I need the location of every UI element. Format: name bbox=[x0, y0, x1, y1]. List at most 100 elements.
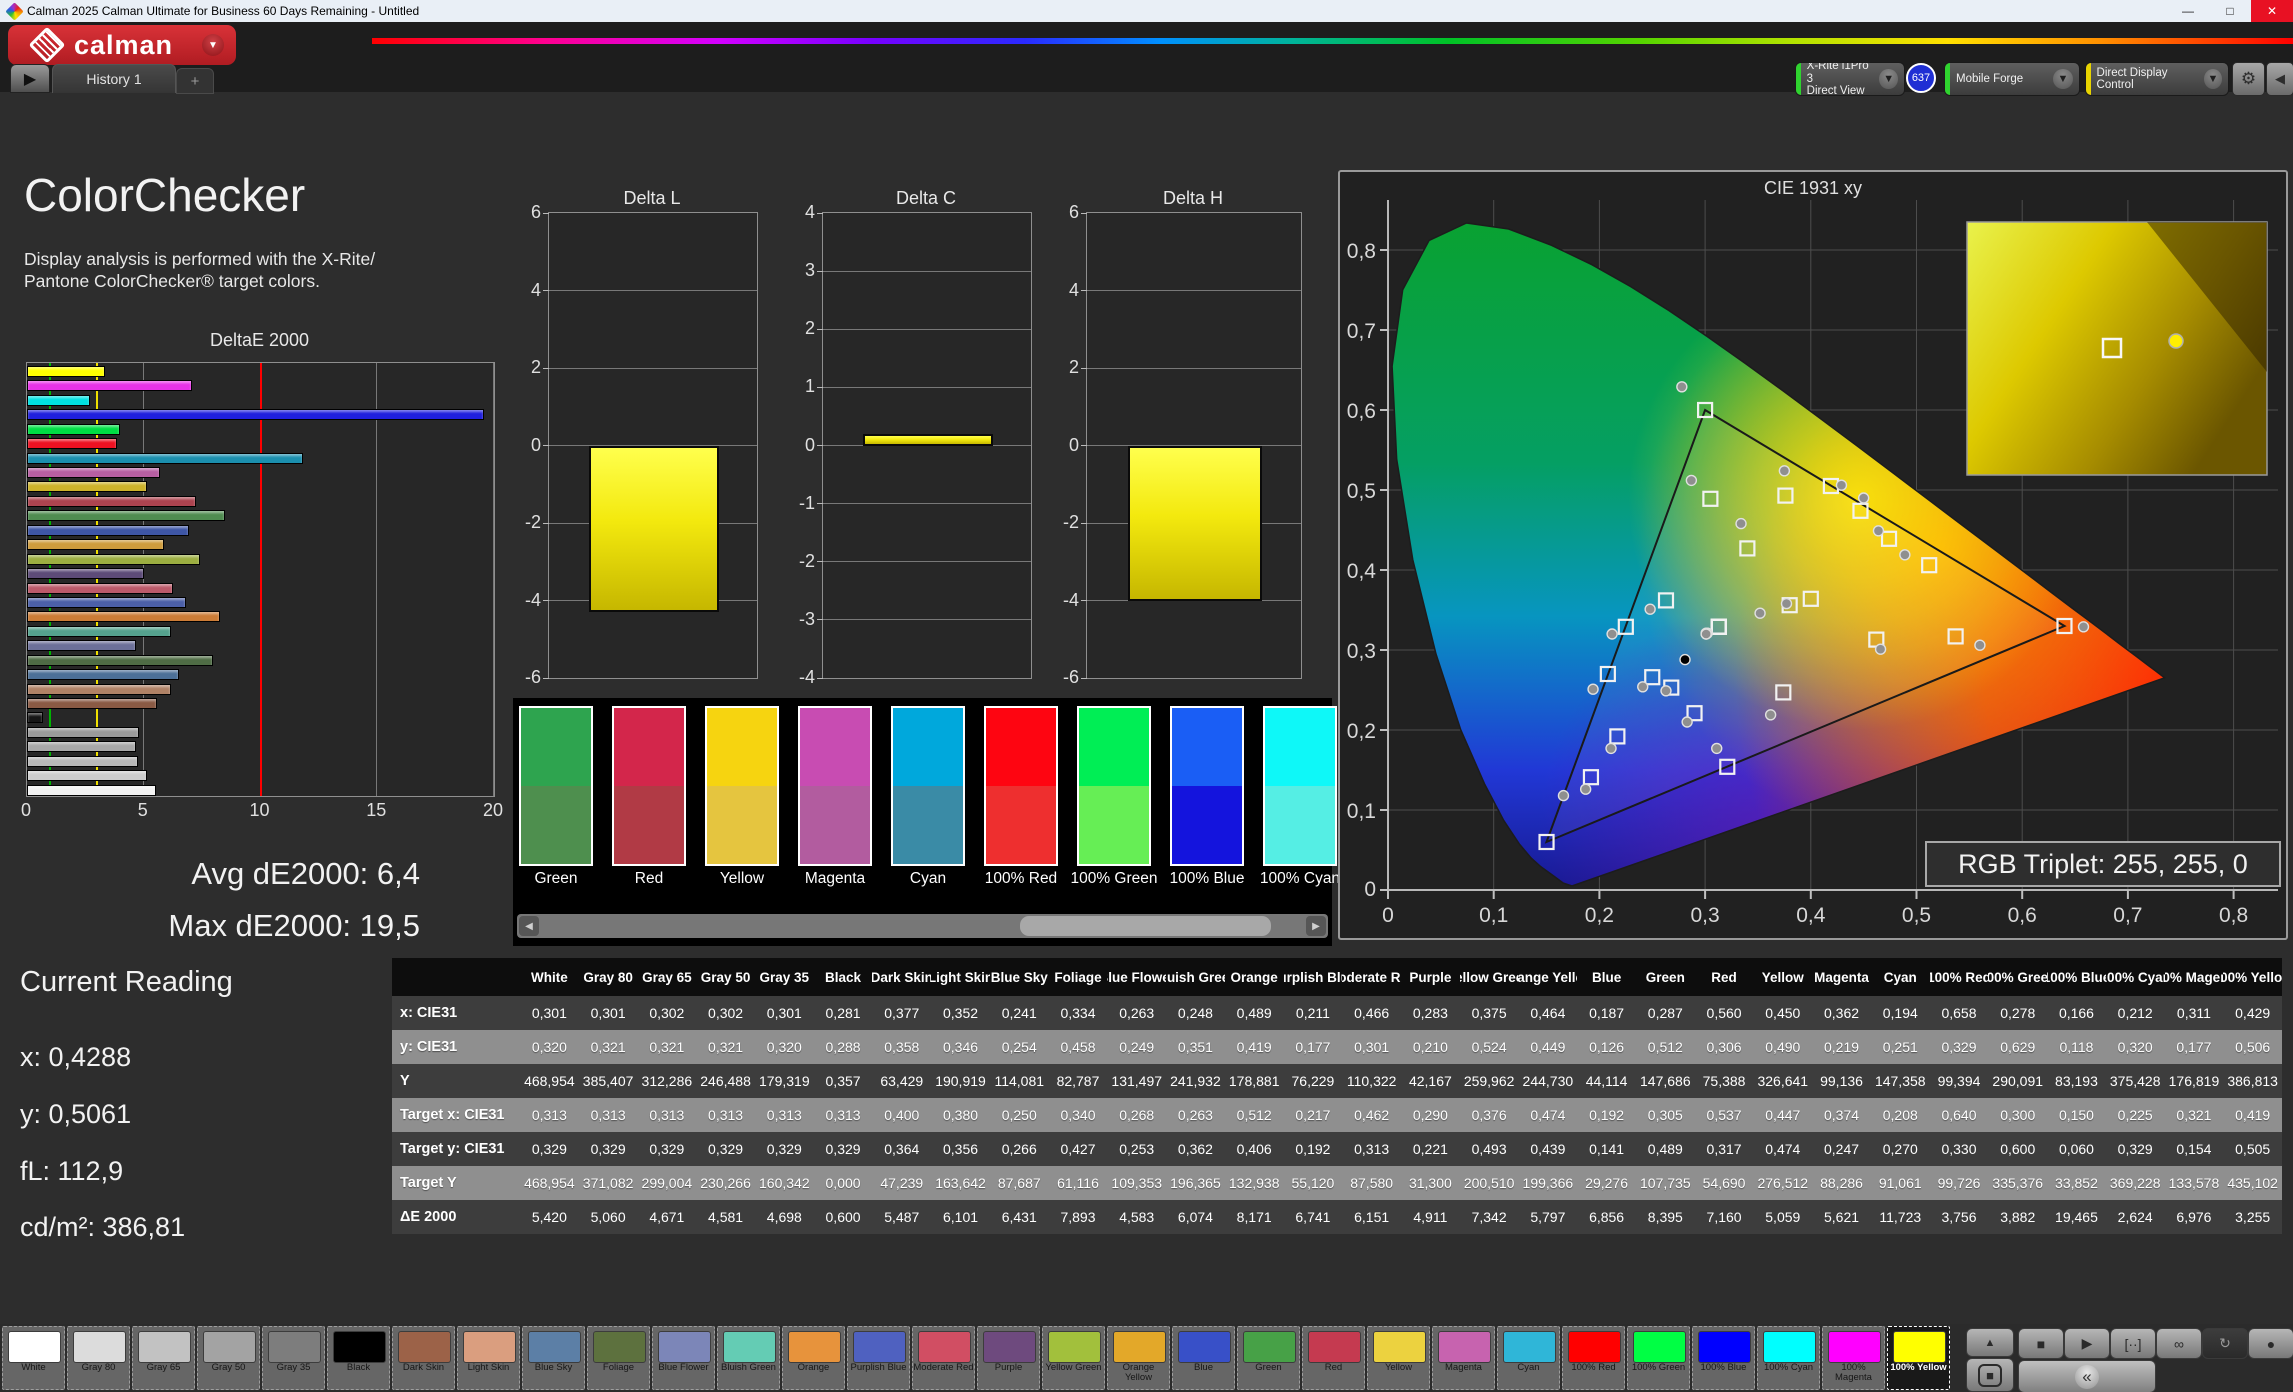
patch-color bbox=[723, 1331, 776, 1363]
patch-button-black[interactable]: Black bbox=[327, 1326, 390, 1390]
range-button[interactable]: [··] bbox=[2110, 1328, 2156, 1359]
swatch-scrollbar[interactable]: ◀▶ bbox=[517, 914, 1328, 938]
patch-button-moderate-red[interactable]: Moderate Red bbox=[912, 1326, 975, 1390]
back-button[interactable]: « bbox=[2018, 1360, 2156, 1392]
play-button[interactable]: ▶ bbox=[2064, 1328, 2110, 1359]
patch-button-light-skin[interactable]: Light Skin bbox=[457, 1326, 520, 1390]
table-cell: 0,376 bbox=[1460, 1098, 1519, 1132]
cie-measured-point bbox=[1588, 684, 1598, 694]
patch-button-white[interactable]: White bbox=[2, 1326, 65, 1390]
table-cell: 246,488 bbox=[696, 1064, 755, 1098]
table-cell: 468,954 bbox=[520, 1064, 579, 1098]
patch-button-orange-yellow[interactable]: Orange Yellow bbox=[1107, 1326, 1170, 1390]
calman-menu-button[interactable]: calman ▼ bbox=[8, 25, 236, 65]
description-line-2: Pantone ColorChecker® target colors. bbox=[24, 270, 375, 292]
table-cell: 0,330 bbox=[1930, 1132, 1989, 1166]
bar bbox=[27, 366, 105, 377]
patch-color bbox=[1568, 1331, 1621, 1363]
compare-swatch bbox=[1170, 706, 1244, 866]
compare-swatch bbox=[1263, 706, 1337, 866]
cie-measured-point bbox=[1900, 550, 1910, 560]
patch-button-yellow[interactable]: Yellow bbox=[1367, 1326, 1430, 1390]
patch-button-purplish-blue[interactable]: Purplish Blue bbox=[847, 1326, 910, 1390]
table-cell: 0,505 bbox=[2223, 1132, 2282, 1166]
cie-measured-point bbox=[1686, 475, 1696, 485]
patch-button-purple[interactable]: Purple bbox=[977, 1326, 1040, 1390]
table-cell: 4,671 bbox=[637, 1200, 696, 1234]
patch-button-green[interactable]: Green bbox=[1237, 1326, 1300, 1390]
patch-button-100-red[interactable]: 100% Red bbox=[1562, 1326, 1625, 1390]
bar bbox=[27, 712, 43, 723]
patch-button-blue[interactable]: Blue bbox=[1172, 1326, 1235, 1390]
table-cell: 0,419 bbox=[1225, 1030, 1284, 1064]
table-column-header: Black bbox=[814, 958, 873, 996]
patch-button-100-cyan[interactable]: 100% Cyan bbox=[1757, 1326, 1820, 1390]
table-cell: 0,560 bbox=[1695, 996, 1754, 1030]
patch-button-100-magenta[interactable]: 100% Magenta bbox=[1822, 1326, 1885, 1390]
patch-button-blue-flower[interactable]: Blue Flower bbox=[652, 1326, 715, 1390]
gridline bbox=[823, 619, 1031, 620]
slide-up-button[interactable]: ▲ bbox=[1966, 1328, 2014, 1357]
patch-button-100-green[interactable]: 100% Green bbox=[1627, 1326, 1690, 1390]
cie-measured-point bbox=[1606, 743, 1616, 753]
stop-measure-button[interactable]: ■ bbox=[1966, 1358, 2014, 1392]
patch-button-dark-skin[interactable]: Dark Skin bbox=[392, 1326, 455, 1390]
patch-button-gray-80[interactable]: Gray 80 bbox=[67, 1326, 130, 1390]
scroll-right-button[interactable]: ▶ bbox=[1306, 916, 1326, 936]
bar bbox=[27, 597, 186, 608]
table-cell: 0,270 bbox=[1871, 1132, 1930, 1166]
patch-button-cyan[interactable]: Cyan bbox=[1497, 1326, 1560, 1390]
table-cell: 0,221 bbox=[1401, 1132, 1460, 1166]
patch-button-orange[interactable]: Orange bbox=[782, 1326, 845, 1390]
patch-button-100-blue[interactable]: 100% Blue bbox=[1692, 1326, 1755, 1390]
table-cell: 99,726 bbox=[1930, 1166, 1989, 1200]
patch-color bbox=[138, 1331, 191, 1363]
meter-dropdown-xrite[interactable]: X-Rite i1Pro 3 Direct View▼ bbox=[1795, 62, 1905, 96]
blank-button[interactable]: ● bbox=[2248, 1328, 2293, 1359]
continuous-button[interactable]: ∞ bbox=[2156, 1328, 2202, 1359]
table-column-header: Moderate Red bbox=[1342, 958, 1401, 996]
table-cell: 0,464 bbox=[1518, 996, 1577, 1030]
patch-button-magenta[interactable]: Magenta bbox=[1432, 1326, 1495, 1390]
close-button[interactable]: ✕ bbox=[2251, 0, 2293, 22]
table-cell: 0,290 bbox=[1401, 1098, 1460, 1132]
collapse-panel-button[interactable]: ◀ bbox=[2266, 62, 2293, 96]
scrollbar-thumb[interactable] bbox=[1020, 916, 1271, 936]
rainbow-gradient-strip bbox=[372, 38, 2293, 44]
patch-button-foliage[interactable]: Foliage bbox=[587, 1326, 650, 1390]
patch-button-blue-sky[interactable]: Blue Sky bbox=[522, 1326, 585, 1390]
refresh-button[interactable]: ↻ bbox=[2202, 1328, 2248, 1359]
patch-button-gray-35[interactable]: Gray 35 bbox=[262, 1326, 325, 1390]
tab-history-1[interactable]: History 1 bbox=[52, 64, 176, 93]
patch-button-yellow-green[interactable]: Yellow Green bbox=[1042, 1326, 1105, 1390]
settings-button[interactable]: ⚙ bbox=[2232, 62, 2265, 96]
swatch-measured-half bbox=[986, 786, 1056, 864]
patch-color bbox=[918, 1331, 971, 1363]
patch-button-bluish-green[interactable]: Bluish Green bbox=[717, 1326, 780, 1390]
table-column-header: Foliage bbox=[1049, 958, 1108, 996]
table-cell: 133,578 bbox=[2165, 1166, 2224, 1200]
table-cell: 0,490 bbox=[1753, 1030, 1812, 1064]
table-cell: 0,287 bbox=[1636, 996, 1695, 1030]
scroll-left-button[interactable]: ◀ bbox=[519, 916, 539, 936]
stop-button[interactable]: ■ bbox=[2018, 1328, 2064, 1359]
maximize-button[interactable]: □ bbox=[2209, 0, 2251, 22]
patch-button-gray-65[interactable]: Gray 65 bbox=[132, 1326, 195, 1390]
patch-button-red[interactable]: Red bbox=[1302, 1326, 1365, 1390]
patch-button-gray-50[interactable]: Gray 50 bbox=[197, 1326, 260, 1390]
patch-button-100-yellow[interactable]: 100% Yellow bbox=[1887, 1326, 1950, 1390]
source-dropdown-mobile-forge[interactable]: Mobile Forge▼ bbox=[1944, 62, 2080, 96]
meter-reading-badge: 637 bbox=[1906, 63, 1936, 93]
patch-label: Gray 65 bbox=[133, 1363, 194, 1373]
add-tab-button[interactable]: + bbox=[176, 68, 214, 94]
minimize-button[interactable]: — bbox=[2167, 0, 2209, 22]
table-cell: 0,489 bbox=[1225, 996, 1284, 1030]
page-title: ColorChecker bbox=[24, 168, 305, 222]
tab-scroll-button[interactable]: ▶ bbox=[10, 64, 50, 93]
table-row: y: CIE310,3200,3210,3210,3210,3200,2880,… bbox=[392, 1030, 2282, 1064]
table-cell: 54,690 bbox=[1695, 1166, 1754, 1200]
table-cell: 312,286 bbox=[637, 1064, 696, 1098]
svg-text:0,4: 0,4 bbox=[1796, 904, 1826, 927]
display-control-dropdown[interactable]: Direct Display Control▼ bbox=[2085, 62, 2229, 96]
table-cell: 0,248 bbox=[1166, 996, 1225, 1030]
